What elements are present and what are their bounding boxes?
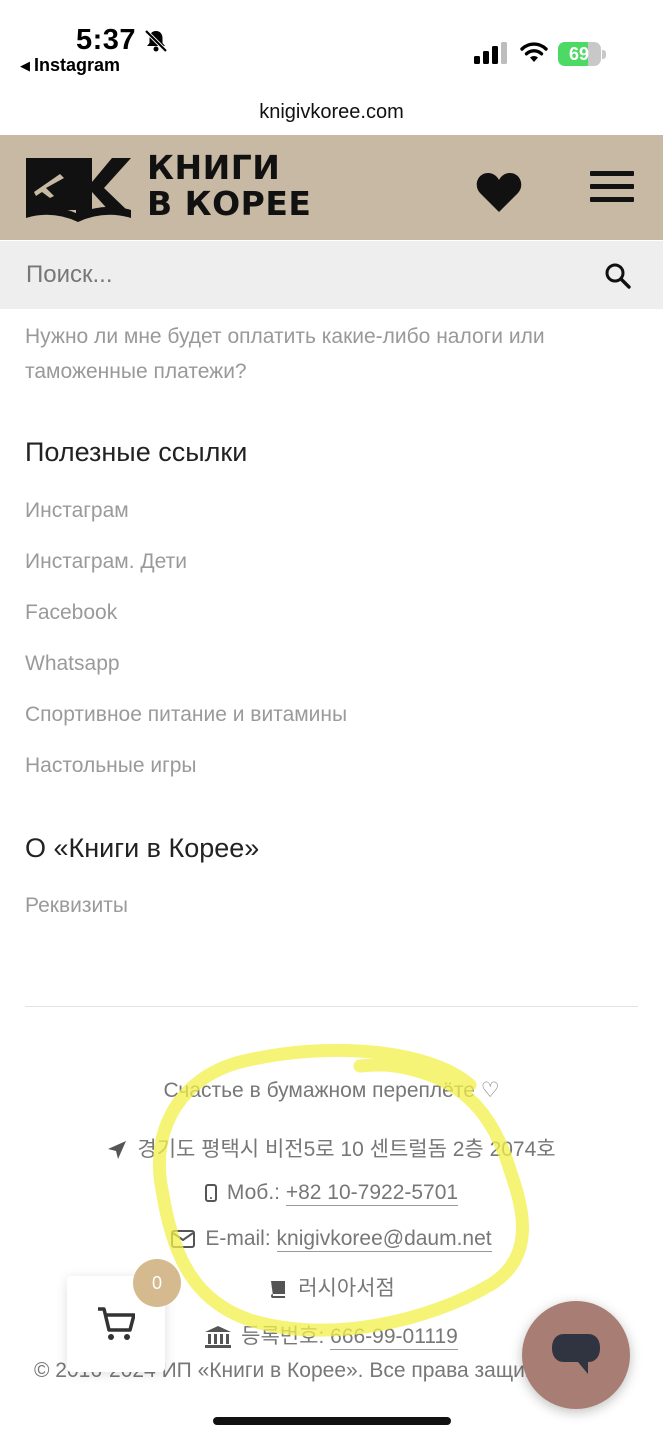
footer-email: E-mail: knigivkoree@daum.net	[0, 1227, 663, 1252]
chat-bubble-icon	[552, 1334, 600, 1374]
address-bar-url[interactable]: knigivkoree.com	[0, 101, 663, 124]
registration-label: 등록번호:	[241, 1325, 325, 1348]
wifi-icon	[520, 42, 548, 62]
footer-tagline: Счастье в бумажном переплёте ♡	[163, 1079, 500, 1102]
link-instagram[interactable]: Инстаграм	[25, 499, 129, 523]
link-board-games[interactable]: Настольные игры	[25, 754, 197, 778]
cart-count-badge: 0	[133, 1259, 181, 1307]
faq-link-taxes[interactable]: Нужно ли мне будет оплатить какие-либо н…	[25, 319, 625, 389]
book-icon	[271, 1281, 286, 1299]
battery-icon: 69	[558, 42, 606, 66]
battery-percent: 69	[568, 44, 590, 64]
store-name: 러시아서점	[298, 1277, 395, 1300]
mobile-number-link[interactable]: +82 10-7922-5701	[285, 1181, 459, 1206]
search-icon[interactable]	[604, 262, 632, 290]
registration-number-link[interactable]: 666-99-01119	[330, 1325, 458, 1350]
location-arrow-icon	[108, 1141, 127, 1160]
link-sports-nutrition[interactable]: Спортивное питание и витамины	[25, 703, 347, 727]
back-app-label: Instagram	[34, 55, 121, 75]
logo-line-1: КНИГИ	[147, 148, 281, 187]
footer-address: 경기도 평택시 비전5로 10 센트럴돔 2층 2074호	[0, 1133, 663, 1163]
bell-off-icon	[144, 29, 168, 53]
envelope-icon	[171, 1230, 196, 1249]
address-text: 경기도 평택시 비전5로 10 센트럴돔 2층 2074호	[137, 1138, 556, 1161]
status-time: 5:37	[76, 24, 137, 56]
menu-icon[interactable]	[590, 171, 634, 205]
bank-icon	[205, 1326, 232, 1349]
back-triangle-icon: ◀	[20, 58, 30, 73]
logo-line-2: В КОРЕЕ	[147, 184, 312, 223]
mobile-label: Моб.:	[226, 1181, 280, 1204]
email-link[interactable]: knigivkoree@daum.net	[276, 1227, 492, 1252]
link-instagram-kids[interactable]: Инстаграм. Дети	[25, 550, 187, 574]
home-indicator	[213, 1417, 451, 1425]
signal-icon	[474, 42, 507, 64]
email-label: E-mail:	[205, 1227, 271, 1250]
mobile-phone-icon	[204, 1184, 217, 1203]
about-title: О «Книги в Корее»	[25, 833, 260, 863]
logo-icon[interactable]	[24, 152, 134, 224]
search-bar	[0, 241, 663, 309]
link-requisites[interactable]: Реквизиты	[25, 894, 128, 918]
status-bar: 5:37 ◀ Instagram 69	[0, 0, 663, 90]
link-facebook[interactable]: Facebook	[25, 601, 117, 625]
heart-icon[interactable]	[475, 171, 523, 213]
footer-mobile: Моб.: +82 10-7922-5701	[0, 1181, 663, 1206]
useful-links-title: Полезные ссылки	[25, 437, 248, 467]
back-to-app-link[interactable]: ◀ Instagram	[20, 55, 120, 76]
search-input[interactable]	[26, 259, 586, 291]
site-header: КНИГИ В КОРЕЕ	[0, 135, 663, 240]
cart-icon	[98, 1307, 135, 1340]
footer-divider	[25, 1006, 638, 1007]
logo-text[interactable]: КНИГИ В КОРЕЕ	[147, 150, 311, 222]
link-whatsapp[interactable]: Whatsapp	[25, 652, 120, 676]
chat-button[interactable]	[522, 1301, 630, 1409]
